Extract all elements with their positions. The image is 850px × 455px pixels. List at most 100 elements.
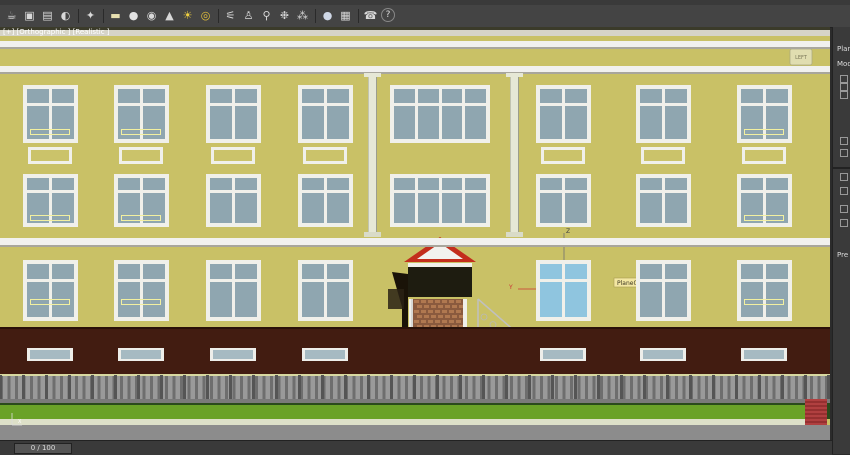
active-shade-icon[interactable]: ◐ xyxy=(58,8,73,23)
time-slider[interactable]: 0 / 100 xyxy=(14,443,72,454)
window xyxy=(736,260,792,321)
material-map-icon[interactable]: ▦ xyxy=(338,8,353,23)
basement-window xyxy=(540,348,586,361)
cone-icon[interactable]: ▲ xyxy=(162,8,177,23)
window-pane xyxy=(51,89,74,103)
toolbar-separator xyxy=(78,9,79,23)
window-pane xyxy=(394,106,415,139)
window-pane xyxy=(209,282,232,317)
window-pane xyxy=(326,193,349,223)
window-pane xyxy=(234,193,257,223)
toolbar-separator xyxy=(358,9,359,23)
biped-icon[interactable]: ♙ xyxy=(241,8,256,23)
toolbar-separator xyxy=(218,9,219,23)
window-pane xyxy=(234,178,257,190)
command-panel-label[interactable]: Pre xyxy=(837,251,850,259)
material-sphere-icon[interactable]: ● xyxy=(320,8,335,23)
command-panel-label[interactable]: Plane xyxy=(837,45,850,53)
window-pane xyxy=(564,282,587,317)
bones-icon[interactable]: ⚟ xyxy=(223,8,238,23)
cornice-top-shadow xyxy=(0,47,830,49)
box-icon[interactable]: ▬ xyxy=(108,8,123,23)
window-pane xyxy=(539,106,562,139)
ik-icon[interactable]: ⚲ xyxy=(259,8,274,23)
window-pane xyxy=(664,264,687,279)
window-railing xyxy=(744,215,784,221)
window-pane xyxy=(639,282,662,317)
window-pane xyxy=(639,178,662,190)
window-pane xyxy=(301,178,324,190)
window-pane xyxy=(394,178,415,190)
window xyxy=(113,260,169,321)
window-pane xyxy=(564,178,587,190)
help-icon[interactable]: ? xyxy=(381,8,395,22)
basement-window xyxy=(210,348,256,361)
command-panel-label[interactable]: Modi xyxy=(837,60,850,68)
window-sill-panel xyxy=(211,147,255,164)
teapot-icon[interactable]: ☕ xyxy=(4,8,19,23)
phone-icon[interactable]: ☎ xyxy=(363,8,378,23)
panel-checkbox[interactable] xyxy=(840,83,848,91)
panel-checkbox[interactable] xyxy=(840,219,848,227)
window-pane xyxy=(209,264,232,279)
window-pane xyxy=(326,178,349,190)
window-pane xyxy=(465,178,486,190)
window-pane xyxy=(639,89,662,103)
window-pane xyxy=(465,106,486,139)
window-pane xyxy=(234,106,257,139)
window-pane xyxy=(326,89,349,103)
window-pane xyxy=(394,89,415,103)
panel-checkbox[interactable] xyxy=(840,205,848,213)
window-pane xyxy=(564,89,587,103)
window-pane xyxy=(51,178,74,190)
window xyxy=(535,260,591,321)
window-sill-panel xyxy=(641,147,685,164)
window-pane xyxy=(564,264,587,279)
torus-icon[interactable]: ◎ xyxy=(198,8,213,23)
panel-checkbox[interactable] xyxy=(840,187,848,195)
window-pane xyxy=(301,282,324,317)
window-pane xyxy=(301,193,324,223)
basement-window xyxy=(640,348,686,361)
panel-checkbox[interactable] xyxy=(840,137,848,145)
panel-checkbox[interactable] xyxy=(840,91,848,99)
cylinder-icon[interactable]: ◉ xyxy=(144,8,159,23)
window-pane xyxy=(539,178,562,190)
window-pane xyxy=(441,89,463,103)
window-pane xyxy=(664,178,687,190)
window-pane xyxy=(417,193,439,223)
particles-icon[interactable]: ⁂ xyxy=(295,8,310,23)
command-panel: Plane Modi Pre xyxy=(832,27,850,454)
sun-icon[interactable]: ☀ xyxy=(180,8,195,23)
sphere-icon[interactable]: ● xyxy=(126,8,141,23)
window-pane xyxy=(209,193,232,223)
window-pane xyxy=(301,89,324,103)
light-icon[interactable]: ✦ xyxy=(83,8,98,23)
window-pane xyxy=(664,89,687,103)
wind-icon[interactable]: ❉ xyxy=(277,8,292,23)
window-pane xyxy=(417,106,439,139)
window-pane xyxy=(394,193,415,223)
window-pane xyxy=(639,264,662,279)
window-railing xyxy=(30,129,70,135)
window-pane xyxy=(765,178,788,190)
window-pane xyxy=(209,89,232,103)
window-sill-panel xyxy=(119,147,163,164)
window xyxy=(390,174,490,227)
toolbar-separator xyxy=(315,9,316,23)
render-frame-icon[interactable]: ▣ xyxy=(22,8,37,23)
window-pane xyxy=(209,106,232,139)
window-pane xyxy=(441,193,463,223)
panel-checkbox[interactable] xyxy=(840,149,848,157)
viewport-orthographic[interactable]: [+] [Orthographic ] [Realistic ] LEFT Z Y P… xyxy=(0,27,830,440)
window-pane xyxy=(564,106,587,139)
rendered-frame-icon[interactable]: ▤ xyxy=(40,8,55,23)
status-bar: 0 / 100 xyxy=(0,440,832,455)
window xyxy=(635,85,691,143)
panel-checkbox[interactable] xyxy=(840,173,848,181)
window-pane xyxy=(740,89,763,103)
window-pane xyxy=(26,178,49,190)
viewport-label[interactable]: [+] [Orthographic ] [Realistic ] xyxy=(3,28,110,36)
panel-checkbox[interactable] xyxy=(840,75,848,83)
window-pane xyxy=(465,89,486,103)
